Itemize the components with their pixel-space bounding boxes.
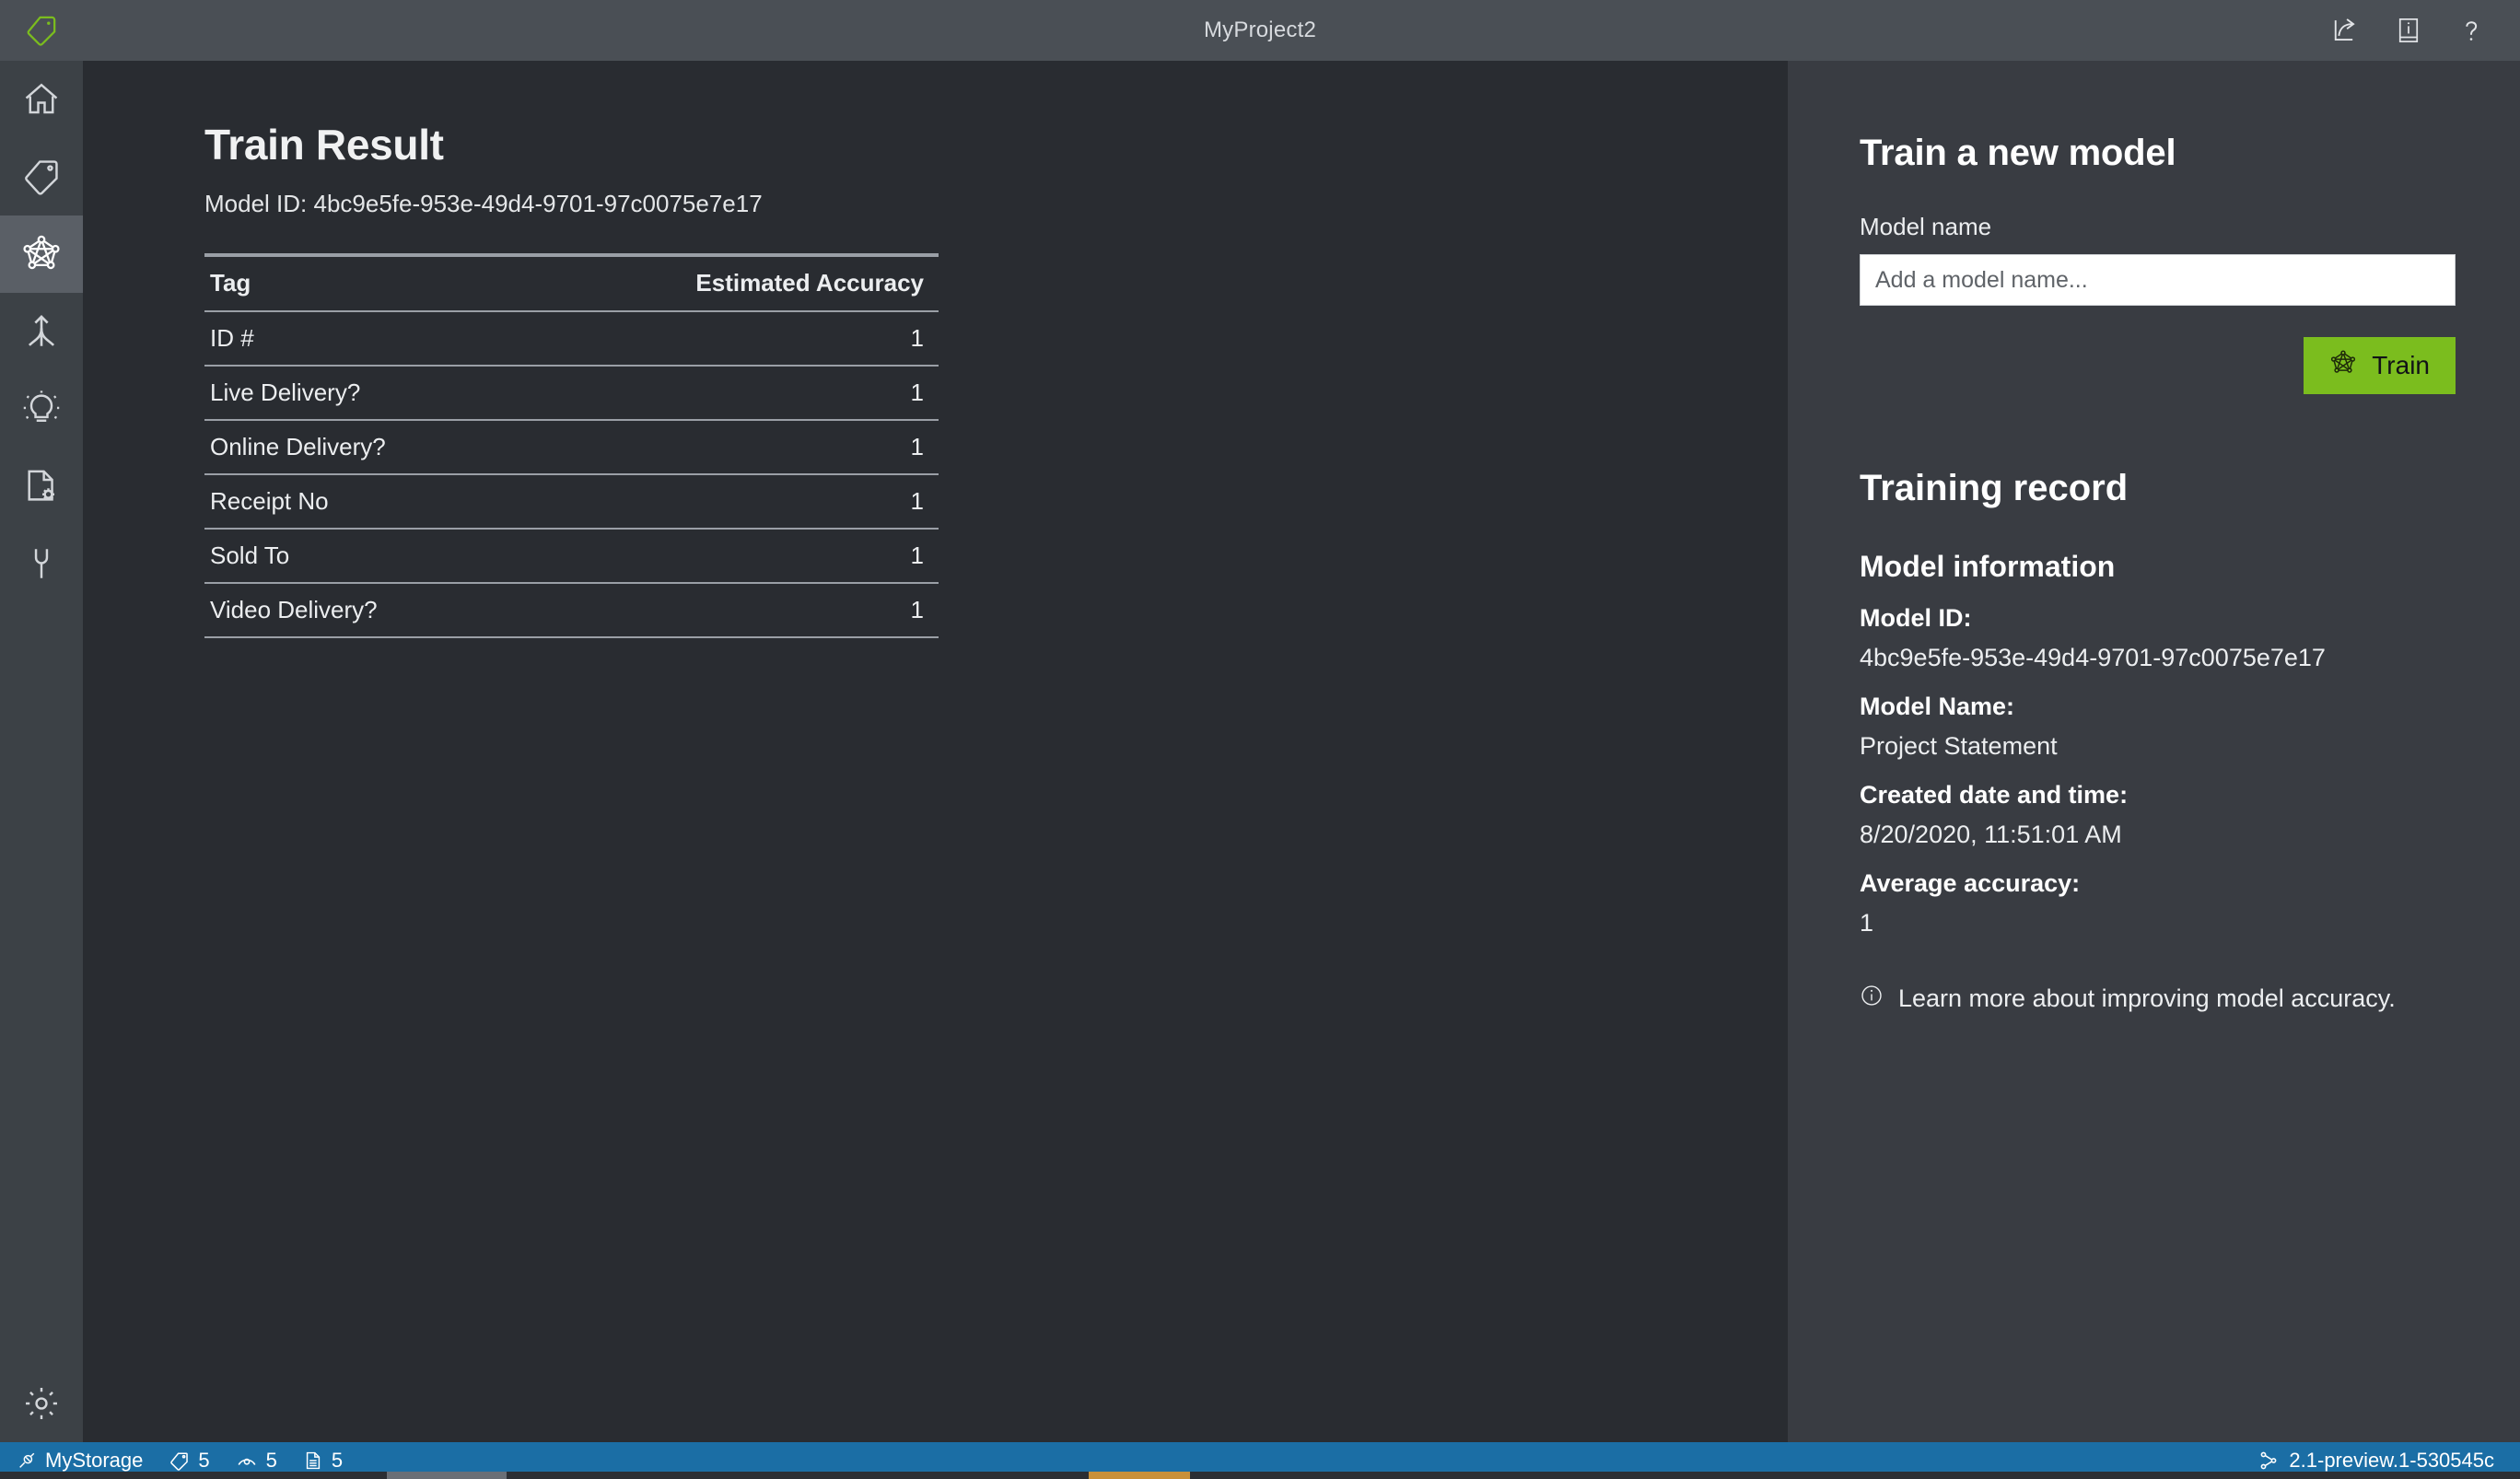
cell-accuracy: 1 <box>518 420 939 475</box>
status-document-count-value: 5 <box>331 1449 344 1472</box>
info-book-icon[interactable] <box>2393 15 2424 46</box>
table-body: ID # 1 Live Delivery? 1 Online Delivery?… <box>204 311 939 638</box>
right-panel: Train a new model Model name Add a model… <box>1788 61 2520 1442</box>
table-row: Sold To 1 <box>204 529 939 584</box>
field-label-average-accuracy: Average accuracy: <box>1860 869 2081 897</box>
table-header-row: Tag Estimated Accuracy <box>204 253 939 312</box>
status-version[interactable]: 2.1-preview.1-530545c <box>2258 1449 2494 1473</box>
status-region-count[interactable]: 5 <box>236 1449 277 1473</box>
eye-icon <box>236 1450 258 1472</box>
sidebar <box>0 61 83 1442</box>
title-bar-actions <box>2330 15 2520 46</box>
title-bar: MyProject2 <box>0 0 2520 61</box>
field-value-average-accuracy: 1 <box>1860 909 1874 937</box>
cell-accuracy: 1 <box>518 366 939 421</box>
sidebar-item-settings[interactable] <box>0 1365 83 1442</box>
body: Train Result Model ID: 4bc9e5fe-953e-49d… <box>0 61 2520 1442</box>
document-icon <box>303 1450 323 1471</box>
field-value-model-name: Project Statement <box>1860 732 2058 760</box>
column-header-tag: Tag <box>204 253 519 312</box>
status-connection-label: MyStorage <box>45 1449 144 1472</box>
train-new-model-heading: Train a new model <box>1860 133 2176 173</box>
field-value-model-id: 4bc9e5fe-953e-49d4-9701-97c0075e7e17 <box>1860 644 2326 671</box>
model-name-label: Model name <box>1860 213 1992 240</box>
field-label-created-date: Created date and time: <box>1860 781 2129 809</box>
model-graph-icon <box>2329 349 2357 383</box>
tag-icon <box>169 1450 190 1472</box>
sidebar-item-connections[interactable] <box>0 525 83 602</box>
status-tag-count[interactable]: 5 <box>169 1449 210 1473</box>
help-icon[interactable] <box>2456 15 2487 46</box>
field-label-model-id: Model ID: <box>1860 604 1972 632</box>
model-information-heading: Model information <box>1860 550 2116 583</box>
app-window: MyProject2 Train Result Model ID: 4bc9e5… <box>0 0 2520 1479</box>
status-tag-count-value: 5 <box>198 1449 210 1472</box>
train-button[interactable]: Train <box>2304 337 2456 394</box>
model-name-input[interactable] <box>1860 254 2456 306</box>
sidebar-item-predict[interactable] <box>0 370 83 448</box>
scroll-thumb-mid[interactable] <box>1089 1472 1190 1479</box>
training-record-heading: Training record <box>1860 468 2129 508</box>
sidebar-item-tag-editor[interactable] <box>0 138 83 215</box>
train-result-table: Tag Estimated Accuracy ID # 1 Live Deliv… <box>204 253 939 638</box>
cell-tag: ID # <box>204 311 519 367</box>
sidebar-item-compose[interactable] <box>0 293 83 370</box>
table-row: Online Delivery? 1 <box>204 420 939 475</box>
field-value-created-date: 8/20/2020, 11:51:01 AM <box>1860 821 2122 848</box>
app-logo <box>0 0 83 61</box>
page-title: Train Result <box>204 121 444 169</box>
train-button-row: Train <box>1860 337 2456 394</box>
plug-icon <box>17 1450 37 1471</box>
table-row: Receipt No 1 <box>204 474 939 530</box>
sidebar-item-home[interactable] <box>0 61 83 138</box>
window-title: MyProject2 <box>1203 17 1317 42</box>
accuracy-note-text: Learn more about improving model accurac… <box>1898 984 2396 1012</box>
cell-accuracy: 1 <box>518 583 939 638</box>
table-row: Live Delivery? 1 <box>204 366 939 421</box>
sidebar-item-model-compose[interactable] <box>0 448 83 525</box>
branch-icon <box>2258 1450 2280 1472</box>
bottom-scroll-strip <box>0 1472 2520 1479</box>
cell-accuracy: 1 <box>518 311 939 367</box>
status-version-label: 2.1-preview.1-530545c <box>2289 1449 2494 1472</box>
cell-accuracy: 1 <box>518 529 939 584</box>
table-row: ID # 1 <box>204 311 939 367</box>
main-content: Train Result Model ID: 4bc9e5fe-953e-49d… <box>83 61 1788 1442</box>
cell-tag: Online Delivery? <box>204 420 519 475</box>
scroll-thumb-left[interactable] <box>387 1472 507 1479</box>
share-icon[interactable] <box>2330 15 2362 46</box>
status-document-count[interactable]: 5 <box>303 1449 343 1473</box>
table-row: Video Delivery? 1 <box>204 583 939 638</box>
column-header-accuracy: Estimated Accuracy <box>518 253 939 312</box>
cell-tag: Receipt No <box>204 474 519 530</box>
model-id-subtitle: Model ID: 4bc9e5fe-953e-49d4-9701-97c007… <box>204 190 763 217</box>
sidebar-item-train[interactable] <box>0 215 83 293</box>
cell-tag: Video Delivery? <box>204 583 519 638</box>
status-connection[interactable]: MyStorage <box>17 1449 143 1473</box>
field-label-model-name: Model Name: <box>1860 693 2015 720</box>
train-button-label: Train <box>2372 351 2430 379</box>
status-region-count-value: 5 <box>265 1449 277 1472</box>
cell-accuracy: 1 <box>518 474 939 530</box>
cell-tag: Live Delivery? <box>204 366 519 421</box>
accuracy-note[interactable]: Learn more about improving model accurac… <box>1860 984 2456 1014</box>
info-circle-icon <box>1860 984 1884 1014</box>
cell-tag: Sold To <box>204 529 519 584</box>
